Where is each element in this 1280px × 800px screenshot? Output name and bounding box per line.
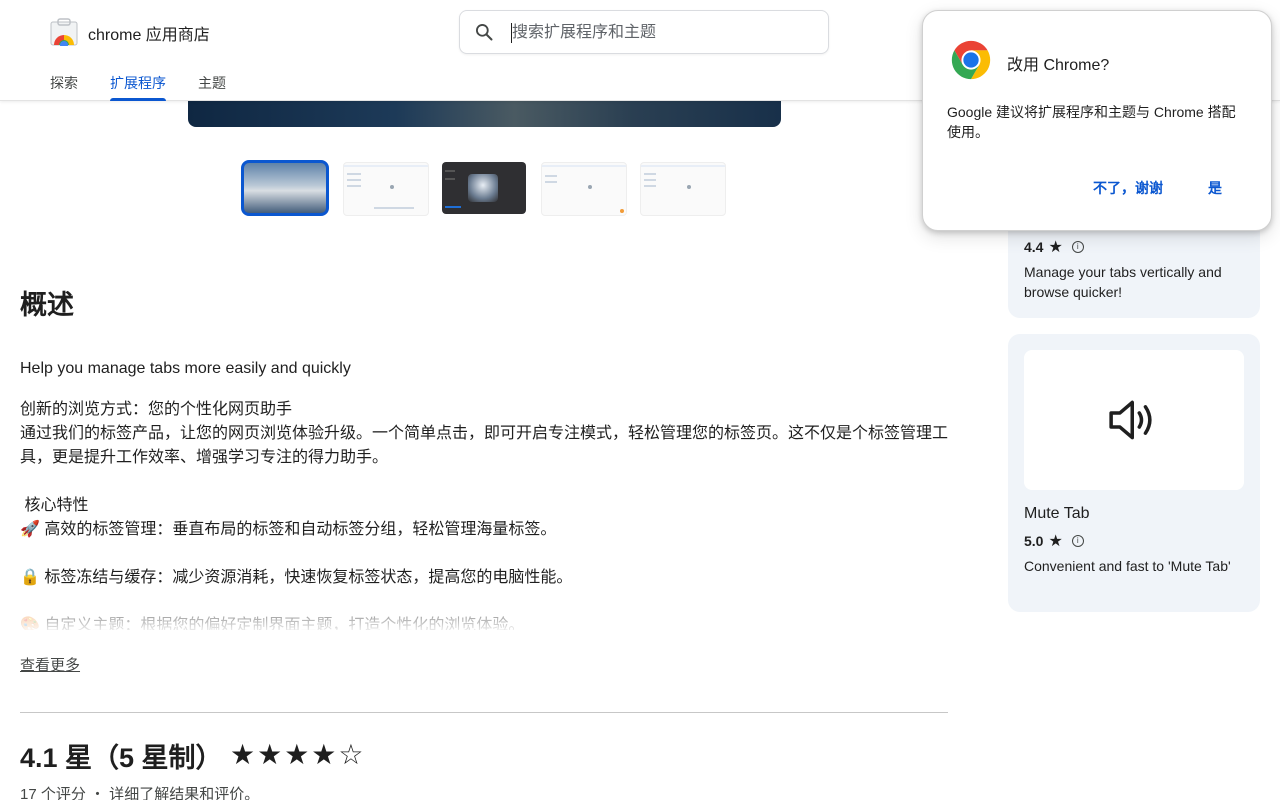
description-line: 创新的浏览方式：您的个性化网页助手	[20, 401, 293, 418]
card-rating: 5.0 ★ i	[1024, 531, 1084, 551]
store-brand-title[interactable]: chrome 应用商店	[88, 21, 210, 45]
screenshot-thumbnail[interactable]	[640, 162, 726, 216]
dialog-title: 改用 Chrome?	[1007, 57, 1110, 74]
rating-heading: 4.1 星（5 星制）	[20, 743, 223, 773]
screenshot-thumbnail[interactable]	[541, 162, 627, 216]
card-description: Convenient and fast to 'Mute Tab'	[1024, 558, 1231, 574]
overview-description: 创新的浏览方式：您的个性化网页助手 通过我们的标签产品，让您的网页浏览体验升级。…	[20, 398, 950, 630]
overview-summary: Help you manage tabs more easily and qui…	[20, 360, 351, 377]
reviews-summary[interactable]: 17 个评分 ・ 详细了解结果和评价。	[20, 783, 259, 800]
section-divider	[20, 712, 948, 713]
screenshot-thumbnail[interactable]	[343, 162, 429, 216]
star-icon: ★	[1048, 239, 1063, 256]
search-box[interactable]	[459, 10, 829, 54]
speaker-icon	[1109, 400, 1152, 440]
card-rating: 4.4 ★ i	[1024, 237, 1084, 257]
rating-value: 5.0	[1024, 533, 1044, 549]
text-caret	[511, 23, 512, 43]
overview-heading: 概述	[20, 290, 74, 320]
page: chrome 应用商店 探索 扩展程序 主题	[0, 0, 1280, 800]
see-more-link[interactable]: 查看更多	[20, 654, 80, 675]
card-description: Manage your tabs vertically and browse q…	[1024, 264, 1222, 300]
accept-button[interactable]: 是	[1208, 178, 1222, 198]
description-line: 🔒 标签冻结与缓存：减少资源消耗，快速恢复标签状态，提高您的电脑性能。	[20, 569, 573, 586]
chrome-logo-icon	[951, 40, 991, 80]
tab-explore[interactable]: 探索	[50, 73, 78, 93]
dialog-body: Google 建议将扩展程序和主题与 Chrome 搭配使用。	[947, 104, 1236, 140]
card-image	[1024, 350, 1244, 490]
rating-stars-icon: ★★★★☆	[230, 739, 366, 770]
star-icon: ★	[1048, 533, 1063, 550]
screenshot-thumbnail[interactable]	[241, 160, 329, 216]
card-title[interactable]: Mute Tab	[1024, 505, 1090, 523]
info-icon[interactable]: i	[1071, 241, 1084, 253]
decline-button[interactable]: 不了，谢谢	[1093, 178, 1163, 198]
search-input[interactable]	[510, 19, 814, 47]
web-store-logo-icon[interactable]	[50, 18, 78, 46]
tab-extensions[interactable]: 扩展程序	[110, 73, 166, 101]
description-line: 核心特性	[20, 497, 89, 514]
screenshot-thumbnail[interactable]	[442, 162, 526, 214]
switch-to-chrome-dialog: 改用 Chrome? Google 建议将扩展程序和主题与 Chrome 搭配使…	[922, 10, 1272, 231]
tab-themes[interactable]: 主题	[198, 73, 226, 93]
rating-value: 4.4	[1024, 239, 1044, 255]
description-line: 🎨 自定义主题：根据您的偏好定制界面主题，打造个性化的浏览体验。	[20, 617, 525, 630]
related-extension-card[interactable]: Mute Tab 5.0 ★ i Convenient and fast to …	[1008, 334, 1260, 612]
screenshot-main-image[interactable]	[188, 100, 781, 127]
description-line: 🚀 高效的标签管理：垂直布局的标签和自动标签分组，轻松管理海量标签。	[20, 521, 557, 538]
description-line: 通过我们的标签产品，让您的网页浏览体验升级。一个简单点击，即可开启专注模式，轻松…	[20, 425, 949, 466]
info-icon[interactable]: i	[1071, 535, 1084, 547]
search-icon[interactable]	[474, 22, 494, 42]
